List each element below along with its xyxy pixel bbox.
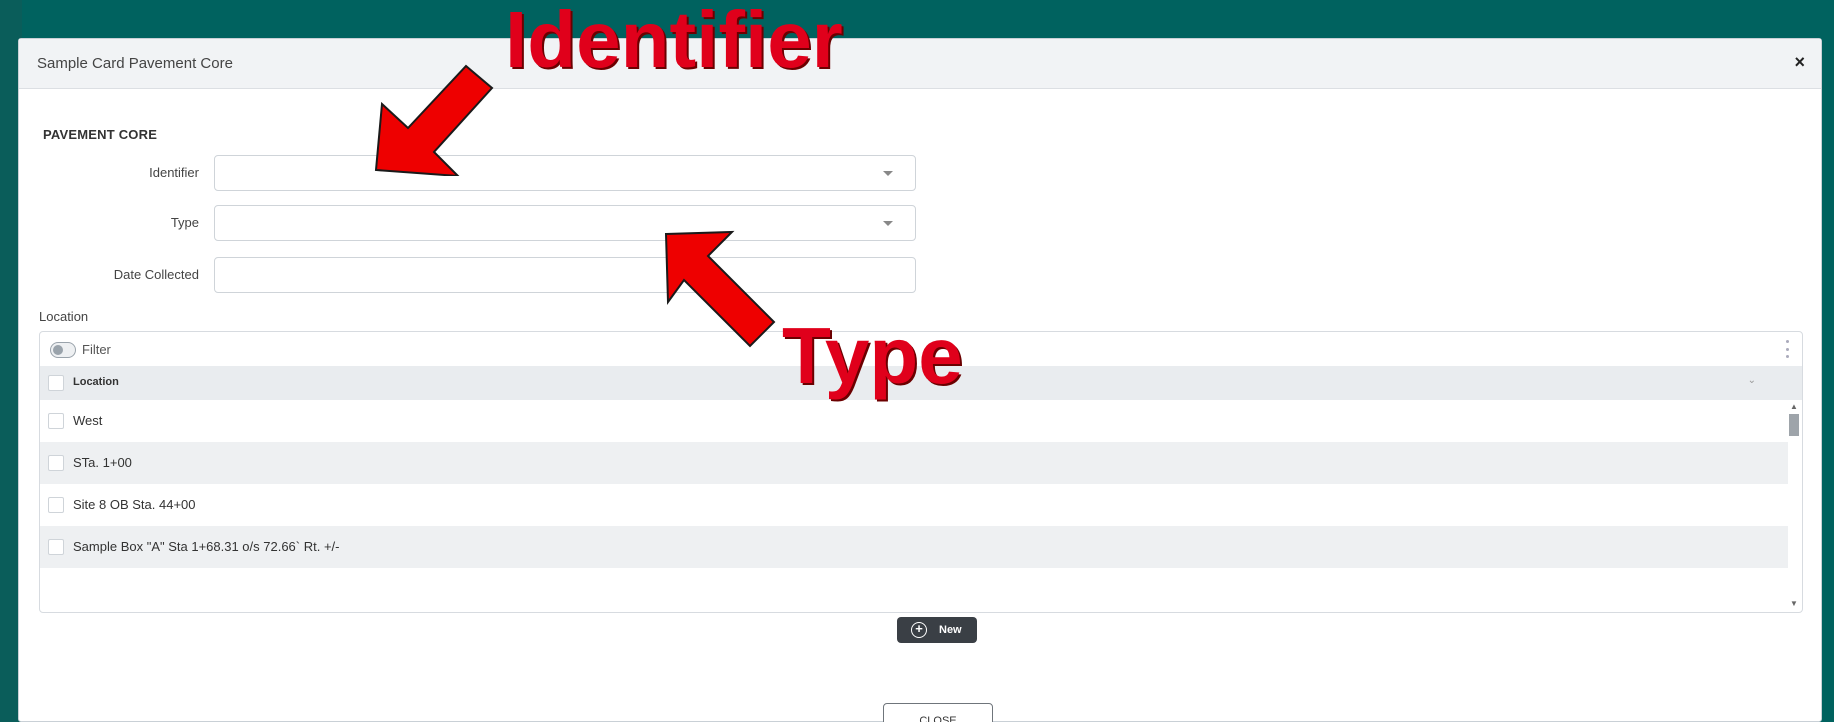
table-row[interactable]: Sample Box "A" Sta 1+68.31 o/s 72.66` Rt… <box>40 526 1788 568</box>
chevron-down-icon <box>883 171 893 176</box>
identifier-annotation: Identifier <box>505 0 843 84</box>
table-row[interactable]: West <box>40 400 1788 442</box>
row-checkbox[interactable] <box>48 413 64 429</box>
table-row[interactable]: Site 8 OB Sta. 44+00 <box>40 484 1788 526</box>
sort-chevron-icon[interactable]: ⌄ <box>1748 375 1756 386</box>
location-cell: West <box>73 413 103 428</box>
grid-scrollbar[interactable]: ▲ ▼ <box>1787 402 1801 610</box>
new-button-label: New <box>939 624 962 636</box>
filter-label: Filter <box>82 342 111 357</box>
date-collected-label: Date Collected <box>113 267 199 282</box>
plus-circle-icon: + <box>911 622 927 638</box>
identifier-select[interactable] <box>214 155 916 191</box>
location-cell: STa. 1+00 <box>73 455 132 470</box>
column-header-location[interactable]: Location <box>73 376 119 388</box>
select-all-checkbox[interactable] <box>48 375 64 391</box>
type-annotation: Type <box>782 311 963 400</box>
type-arrow-icon <box>664 230 776 348</box>
row-checkbox[interactable] <box>48 497 64 513</box>
location-cell: Sample Box "A" Sta 1+68.31 o/s 72.66` Rt… <box>73 539 340 554</box>
date-collected-input[interactable] <box>214 257 916 293</box>
new-location-button[interactable]: + New <box>897 617 977 643</box>
close-button[interactable]: CLOSE <box>883 703 993 722</box>
filter-toggle[interactable] <box>50 342 76 358</box>
modal-header: Sample Card Pavement Core × <box>19 39 1821 89</box>
identifier-arrow-icon <box>374 64 494 176</box>
chevron-down-icon <box>883 221 893 226</box>
scroll-up-icon[interactable]: ▲ <box>1790 402 1798 411</box>
row-checkbox[interactable] <box>48 455 64 471</box>
row-checkbox[interactable] <box>48 539 64 555</box>
modal-title: Sample Card Pavement Core <box>37 55 233 72</box>
identifier-label: Identifier <box>149 165 199 180</box>
location-label: Location <box>39 309 89 324</box>
close-icon[interactable]: × <box>1794 52 1805 72</box>
section-heading: PAVEMENT CORE <box>43 127 158 142</box>
location-cell: Site 8 OB Sta. 44+00 <box>73 497 196 512</box>
more-options-icon[interactable] <box>1786 340 1790 358</box>
type-label: Type <box>170 215 199 230</box>
scroll-thumb[interactable] <box>1789 414 1799 436</box>
scroll-down-icon[interactable]: ▼ <box>1790 599 1798 608</box>
type-select[interactable] <box>214 205 916 241</box>
table-row[interactable]: STa. 1+00 <box>40 442 1788 484</box>
